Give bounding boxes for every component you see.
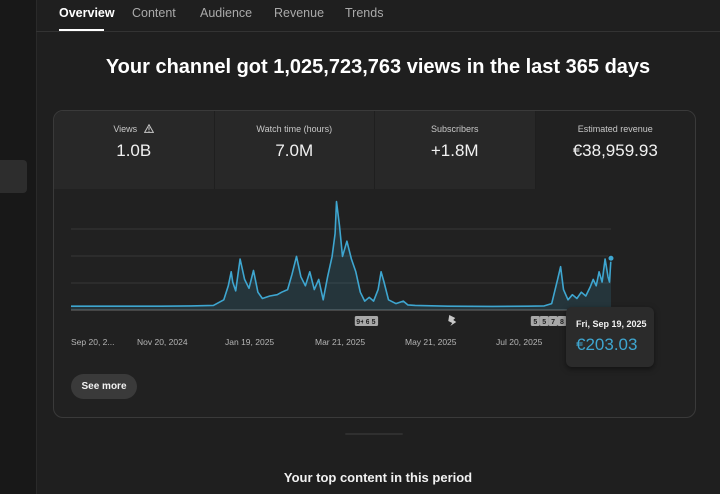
metric-tabs: Views 1.0B Watch time (hours) 7.0M Subsc… [54, 111, 695, 189]
page-headline: Your channel got 1,025,723,763 views in … [105, 56, 651, 78]
x-tick-label: May 21, 2025 [405, 337, 457, 347]
event-marker-label: 7 [551, 319, 555, 326]
chart-tooltip: Fri, Sep 19, 2025 €203.03 [566, 307, 654, 367]
tooltip-date: Fri, Sep 19, 2025 [576, 319, 647, 329]
metric-views[interactable]: Views 1.0B [54, 111, 215, 189]
x-tick-label: Jul 20, 2025 [496, 337, 543, 347]
overview-card: Views 1.0B Watch time (hours) 7.0M Subsc… [53, 110, 696, 418]
tab-audience[interactable]: Audience [200, 6, 252, 20]
event-marker-label: 5 [372, 319, 376, 326]
metric-label: Views [113, 124, 138, 134]
metric-value: +1.8M [430, 141, 479, 160]
analytics-tabs: Overview Content Audience Revenue Trends [36, 0, 720, 32]
metric-subscribers[interactable]: Subscribers +1.8M [375, 111, 536, 189]
event-marker-label: 5 [542, 319, 546, 326]
highlight-point [607, 254, 615, 262]
active-tab-indicator [59, 29, 104, 31]
event-marker-label: 5 [533, 319, 537, 326]
x-tick-label: Jan 19, 2025 [225, 337, 274, 347]
see-more-button[interactable]: See more [71, 374, 137, 399]
x-tick-label: Sep 20, 2... [71, 337, 114, 347]
metric-value: 1.0B [116, 141, 152, 160]
shorts-icon [448, 315, 457, 326]
metric-label: Subscribers [430, 124, 479, 134]
tooltip-value: €203.03 [576, 335, 638, 354]
tab-revenue[interactable]: Revenue [274, 6, 324, 20]
tab-trends[interactable]: Trends [345, 6, 383, 20]
event-marker-label: 8 [560, 319, 564, 326]
sidebar-selected-item[interactable] [0, 160, 27, 193]
metric-watch-time[interactable]: Watch time (hours) 7.0M [214, 111, 375, 189]
warning-icon[interactable] [143, 123, 155, 135]
divider [345, 433, 403, 435]
event-marker-label: 9+ [356, 319, 364, 326]
top-content-heading: Your top content in this period [283, 470, 473, 485]
metric-value: €38,959.93 [572, 141, 658, 160]
tab-overview[interactable]: Overview [59, 6, 115, 20]
revenue-chart[interactable]: €0.00Sep 20, 2...Nov 20, 2024Jan 19, 202… [54, 189, 695, 367]
metric-label: Watch time (hours) [256, 124, 333, 134]
metric-estimated-revenue[interactable]: Estimated revenue €38,959.93 [535, 111, 695, 189]
x-tick-label: Nov 20, 2024 [137, 337, 188, 347]
tab-content[interactable]: Content [132, 6, 176, 20]
x-tick-label: Mar 21, 2025 [315, 337, 365, 347]
left-sidebar [0, 0, 37, 494]
metric-value: 7.0M [275, 141, 314, 160]
metric-label: Estimated revenue [577, 124, 653, 134]
